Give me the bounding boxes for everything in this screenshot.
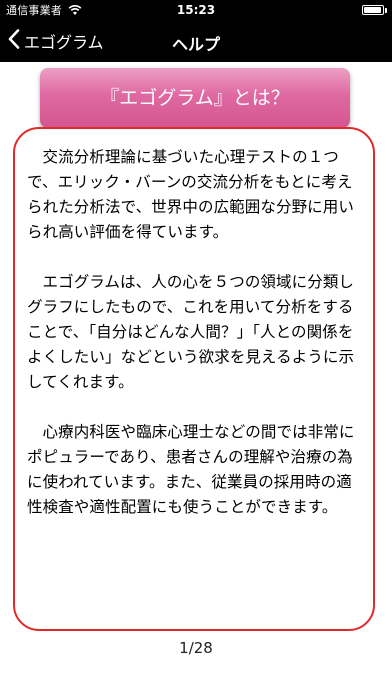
help-paragraph: エゴグラムは、人の心を５つの領域に分類しグラフにしたもので、これを用いて分析をす… bbox=[27, 273, 355, 391]
battery-tip bbox=[385, 8, 387, 13]
page-title: ヘルプ bbox=[171, 35, 220, 54]
battery-icon bbox=[362, 5, 384, 15]
help-content-text: 交流分析理論に基づいた心理テストの１つで、エリック・バーンの交流分析をもとに考え… bbox=[15, 129, 373, 520]
help-content-card: 交流分析理論に基づいた心理テストの１つで、エリック・バーンの交流分析をもとに考え… bbox=[13, 127, 375, 631]
navigation-bar: エゴグラム ヘルプ bbox=[0, 20, 392, 62]
status-time: 15:23 bbox=[176, 3, 216, 17]
status-bar: 通信事業者 15:23 bbox=[0, 0, 392, 20]
battery-fill bbox=[364, 7, 381, 13]
help-topic-header: 『エゴグラム』とは？ bbox=[40, 68, 350, 128]
help-paragraph: 心療内科医や臨床心理士などの間では非常にポピュラーであり、患者さんの理解や治療の… bbox=[27, 423, 355, 516]
page-indicator: 1/28 bbox=[179, 639, 213, 657]
help-paragraph: 交流分析理論に基づいた心理テストの１つで、エリック・バーンの交流分析をもとに考え… bbox=[27, 148, 354, 241]
